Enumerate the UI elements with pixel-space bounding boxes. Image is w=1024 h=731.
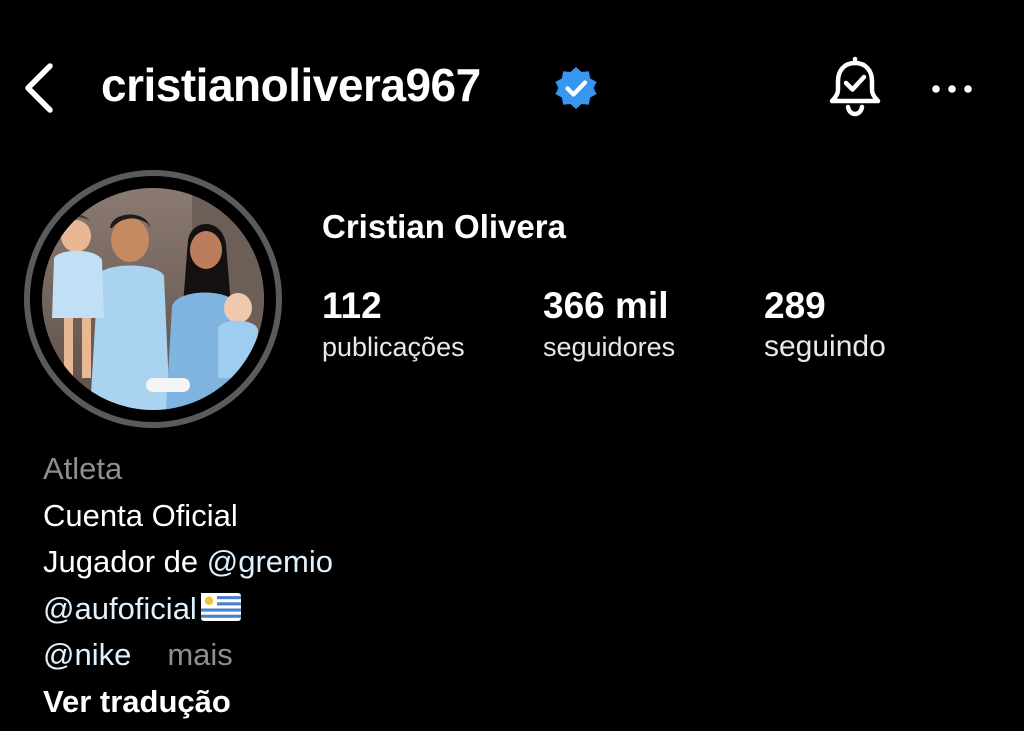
- see-translation-link[interactable]: Ver tradução: [43, 679, 643, 726]
- bio-more-link[interactable]: mais: [167, 637, 232, 672]
- following-label: seguindo: [764, 330, 886, 363]
- stat-followers[interactable]: 366 mil seguidores: [543, 284, 675, 364]
- stat-following[interactable]: 289 seguindo: [764, 284, 886, 364]
- bio-line-player: Jugador de @gremio: [43, 539, 643, 586]
- profile-full-name: Cristian Olivera: [322, 208, 566, 245]
- mention-gremio[interactable]: @gremio: [207, 544, 333, 579]
- following-count: 289: [764, 285, 826, 326]
- posts-label: publicações: [322, 332, 465, 362]
- stat-posts[interactable]: 112 publicações: [322, 284, 465, 364]
- ellipsis-icon: [932, 85, 972, 93]
- profile-photo: [42, 188, 264, 410]
- posts-count: 112: [322, 285, 382, 326]
- more-options-button[interactable]: [926, 74, 978, 104]
- uruguay-flag-icon: [200, 593, 241, 622]
- verified-badge-icon: [555, 67, 597, 109]
- notifications-button[interactable]: [826, 56, 884, 118]
- bio-line-auf: @aufoficial: [43, 586, 643, 633]
- followers-label: seguidores: [543, 332, 676, 362]
- bio-line-nike: @nike mais: [43, 632, 643, 679]
- profile-header: cristianolivera967: [0, 0, 1024, 180]
- profile-bio: Atleta Cuenta Oficial Jugador de @gremio…: [43, 446, 643, 725]
- avatar[interactable]: [42, 188, 264, 410]
- back-button[interactable]: [18, 60, 66, 116]
- followers-count: 366 mil: [543, 285, 669, 326]
- mention-aufoficial[interactable]: @aufoficial: [43, 591, 197, 626]
- chevron-left-icon: [25, 63, 53, 113]
- bio-category: Atleta: [43, 451, 123, 486]
- profile-username: cristianolivera967: [101, 59, 481, 111]
- bell-check-icon: [829, 56, 881, 117]
- mention-nike[interactable]: @nike: [43, 637, 131, 672]
- bio-line-official: Cuenta Oficial: [43, 497, 238, 533]
- bio-player-prefix: Jugador de: [43, 544, 207, 579]
